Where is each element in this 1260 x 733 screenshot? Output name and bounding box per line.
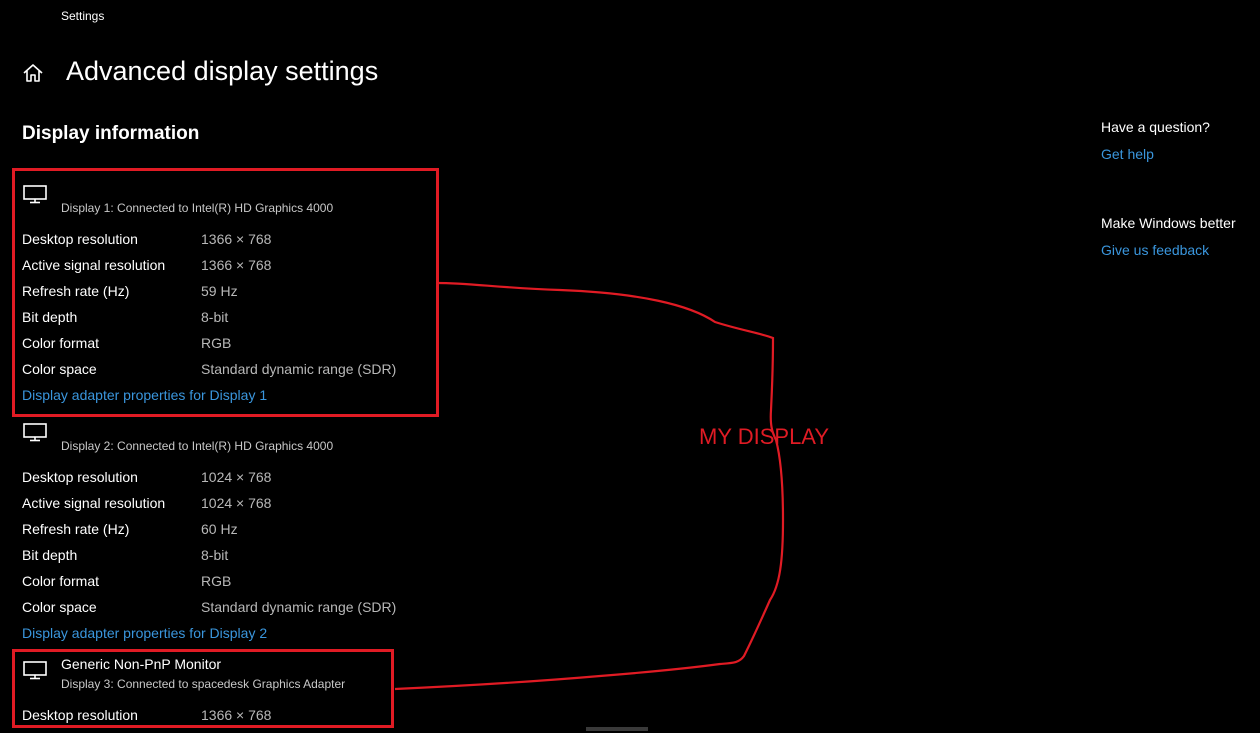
- connector-line: [394, 281, 785, 691]
- prop-label: Active signal resolution: [22, 257, 166, 273]
- prop-row: Refresh rate (Hz) 60 Hz: [22, 521, 442, 547]
- prop-row: Desktop resolution 1366 × 768: [22, 231, 442, 257]
- prop-label: Bit depth: [22, 547, 78, 563]
- prop-row: Color format RGB: [22, 335, 442, 361]
- prop-row: Bit depth 8-bit: [22, 547, 442, 573]
- prop-value: 1366 × 768: [201, 231, 272, 247]
- display-2-info: Display 2: Connected to Intel(R) HD Grap…: [22, 420, 442, 650]
- annotation-label: MY DISPLAY: [699, 424, 830, 449]
- window-title: Settings: [61, 9, 105, 23]
- feedback-title: Make Windows better: [1101, 215, 1236, 231]
- prop-row: Active signal resolution 1024 × 768: [22, 495, 442, 521]
- adapter-properties-link-display-1[interactable]: Display adapter properties for Display 1: [22, 387, 267, 403]
- prop-value: 8-bit: [201, 547, 229, 563]
- help-section: Have a question? Get help: [1101, 119, 1210, 162]
- prop-value: 1024 × 768: [201, 495, 272, 511]
- adapter-properties-link-display-2[interactable]: Display adapter properties for Display 2: [22, 625, 267, 641]
- give-feedback-link[interactable]: Give us feedback: [1101, 242, 1236, 258]
- get-help-link[interactable]: Get help: [1101, 146, 1210, 162]
- prop-label: Color format: [22, 335, 100, 351]
- prop-label: Color space: [22, 361, 97, 377]
- monitor-icon: [23, 423, 47, 442]
- prop-row: Color format RGB: [22, 573, 442, 599]
- monitor-icon: [23, 185, 47, 204]
- prop-label: Desktop resolution: [22, 707, 138, 723]
- prop-label: Desktop resolution: [22, 469, 138, 485]
- prop-row: Desktop resolution 1366 × 768: [22, 707, 442, 733]
- display-subtitle: Display 2: Connected to Intel(R) HD Grap…: [61, 439, 334, 453]
- prop-label: Active signal resolution: [22, 495, 166, 511]
- prop-value: Standard dynamic range (SDR): [201, 361, 397, 377]
- prop-row: Color space Standard dynamic range (SDR): [22, 599, 442, 625]
- prop-value: 59 Hz: [201, 283, 238, 299]
- prop-row: Desktop resolution 1024 × 768: [22, 469, 442, 495]
- prop-row: Bit depth 8-bit: [22, 309, 442, 335]
- section-title: Display information: [22, 123, 200, 144]
- page-title: Advanced display settings: [66, 56, 379, 86]
- prop-value: 1366 × 768: [201, 257, 272, 273]
- prop-row: Active signal resolution 1366 × 768: [22, 257, 442, 283]
- prop-label: Refresh rate (Hz): [22, 283, 130, 299]
- prop-label: Bit depth: [22, 309, 78, 325]
- prop-row: Color space Standard dynamic range (SDR): [22, 361, 442, 387]
- prop-label: Refresh rate (Hz): [22, 521, 130, 537]
- prop-value: RGB: [201, 573, 232, 589]
- feedback-section: Make Windows better Give us feedback: [1101, 215, 1236, 258]
- display-1-info: Display 1: Connected to Intel(R) HD Grap…: [22, 182, 442, 412]
- prop-label: Color format: [22, 573, 100, 589]
- prop-row: Refresh rate (Hz) 59 Hz: [22, 283, 442, 309]
- prop-value: RGB: [201, 335, 232, 351]
- prop-value: 1024 × 768: [201, 469, 272, 485]
- prop-label: Color space: [22, 599, 97, 615]
- home-icon[interactable]: [22, 62, 44, 84]
- prop-value: 8-bit: [201, 309, 229, 325]
- prop-value: 1366 × 768: [201, 707, 272, 723]
- display-name: Generic Non-PnP Monitor: [61, 656, 222, 672]
- prop-value: 60 Hz: [201, 521, 238, 537]
- horizontal-scrollbar[interactable]: [586, 727, 648, 731]
- display-subtitle: Display 1: Connected to Intel(R) HD Grap…: [61, 201, 334, 215]
- monitor-icon: [23, 661, 47, 680]
- display-3-info: Generic Non-PnP Monitor Display 3: Conne…: [22, 656, 442, 731]
- prop-value: Standard dynamic range (SDR): [201, 599, 397, 615]
- help-title: Have a question?: [1101, 119, 1210, 135]
- display-subtitle: Display 3: Connected to spacedesk Graphi…: [61, 677, 346, 691]
- prop-label: Desktop resolution: [22, 231, 138, 247]
